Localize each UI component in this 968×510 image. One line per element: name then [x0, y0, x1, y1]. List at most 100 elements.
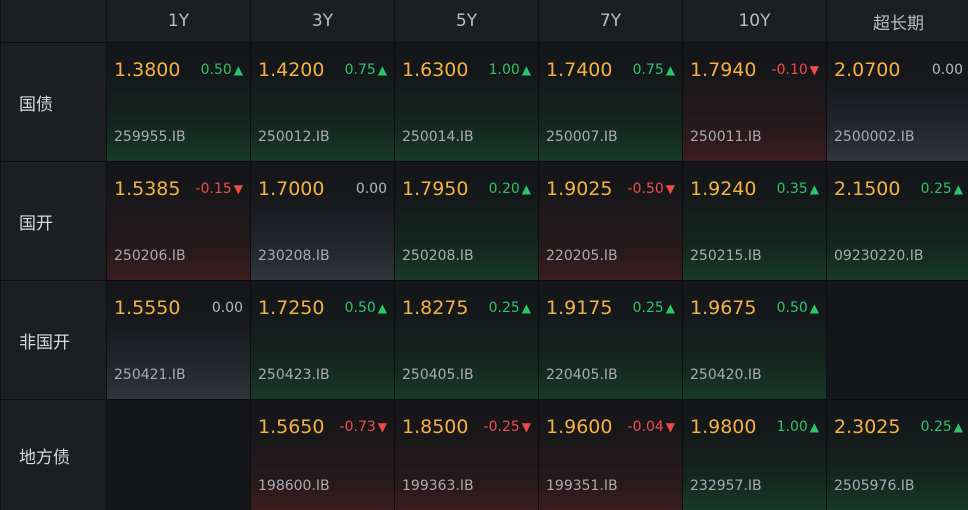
empty-quote-cell [827, 281, 968, 399]
change-text: 0.25 [920, 181, 952, 197]
bond-code: 199351.IB [546, 478, 618, 494]
triangle-up-icon: ▲ [377, 63, 387, 77]
change-value: -0.25 ▼ [484, 419, 531, 435]
bond-code: 220405.IB [546, 367, 618, 383]
quote-cell[interactable]: 1.7400 0.75 ▲ 250007.IB [539, 43, 682, 161]
column-header-10y[interactable]: 10Y [683, 0, 826, 42]
bond-code: 250007.IB [546, 129, 618, 145]
yield-value: 1.5385 [114, 178, 181, 200]
column-header-1y[interactable]: 1Y [107, 0, 250, 42]
bond-code: 250014.IB [402, 129, 474, 145]
quote-cell[interactable]: 1.9025 -0.50 ▼ 220205.IB [539, 162, 682, 280]
quote-cell[interactable]: 1.9600 -0.04 ▼ 199351.IB [539, 400, 682, 510]
quote-cell[interactable]: 1.7000 0.00 230208.IB [251, 162, 394, 280]
change-value: 0.25 ▲ [489, 300, 531, 316]
quote-cell[interactable]: 1.6300 1.00 ▲ 250014.IB [395, 43, 538, 161]
quote-cell[interactable]: 2.3025 0.25 ▲ 2505976.IB [827, 400, 968, 510]
change-text: 1.00 [776, 419, 808, 435]
change-text: -0.73 [339, 419, 376, 435]
change-value: 0.00 [212, 300, 243, 316]
row-header: 国开 [1, 162, 106, 280]
yield-value: 1.9600 [546, 416, 613, 438]
yield-value: 1.5550 [114, 297, 181, 319]
bond-code: 230208.IB [258, 248, 330, 264]
change-value: 0.50 ▲ [201, 62, 243, 78]
change-text: -0.50 [627, 181, 664, 197]
quote-cell[interactable]: 1.9175 0.25 ▲ 220405.IB [539, 281, 682, 399]
row-header: 地方债 [1, 400, 106, 510]
change-value: 1.00 ▲ [489, 62, 531, 78]
change-value: 0.75 ▲ [633, 62, 675, 78]
change-text: -0.10 [771, 62, 808, 78]
yield-value: 2.3025 [834, 416, 901, 438]
triangle-up-icon: ▲ [521, 301, 531, 315]
column-header-7y[interactable]: 7Y [539, 0, 682, 42]
bond-code: 250423.IB [258, 367, 330, 383]
column-header-ultra-long[interactable]: 超长期 [827, 0, 968, 42]
row-header: 非国开 [1, 281, 106, 399]
change-text: 0.25 [920, 419, 952, 435]
quote-cell[interactable]: 1.8275 0.25 ▲ 250405.IB [395, 281, 538, 399]
triangle-down-icon: ▼ [809, 63, 819, 77]
yield-value: 1.6300 [402, 59, 469, 81]
triangle-up-icon: ▲ [521, 63, 531, 77]
yield-value: 1.9800 [690, 416, 757, 438]
quote-cell[interactable]: 1.9800 1.00 ▲ 232957.IB [683, 400, 826, 510]
change-text: 0.35 [776, 181, 808, 197]
triangle-up-icon: ▲ [953, 182, 963, 196]
yield-value: 1.7000 [258, 178, 325, 200]
column-header-5y[interactable]: 5Y [395, 0, 538, 42]
triangle-up-icon: ▲ [809, 301, 819, 315]
bond-code: 250215.IB [690, 248, 762, 264]
bond-code: 250206.IB [114, 248, 186, 264]
change-text: 0.50 [200, 62, 232, 78]
triangle-up-icon: ▲ [665, 63, 675, 77]
bond-code: 2500002.IB [834, 129, 915, 145]
triangle-up-icon: ▲ [377, 301, 387, 315]
quote-cell[interactable]: 1.8500 -0.25 ▼ 199363.IB [395, 400, 538, 510]
change-text: 0.00 [355, 181, 387, 197]
bond-code: 232957.IB [690, 478, 762, 494]
bond-code: 250405.IB [402, 367, 474, 383]
triangle-up-icon: ▲ [953, 420, 963, 434]
change-value: 0.50 ▲ [777, 300, 819, 316]
yield-value: 1.3800 [114, 59, 181, 81]
yield-value: 1.9175 [546, 297, 613, 319]
change-text: 0.25 [488, 300, 520, 316]
quote-cell[interactable]: 1.9675 0.50 ▲ 250420.IB [683, 281, 826, 399]
quote-cell[interactable]: 2.0700 0.00 2500002.IB [827, 43, 968, 161]
quote-cell[interactable]: 1.9240 0.35 ▲ 250215.IB [683, 162, 826, 280]
yield-value: 1.7940 [690, 59, 757, 81]
quote-cell[interactable]: 1.7250 0.50 ▲ 250423.IB [251, 281, 394, 399]
change-text: 0.25 [632, 300, 664, 316]
empty-quote-cell [107, 400, 250, 510]
quote-cell[interactable]: 1.5550 0.00 250421.IB [107, 281, 250, 399]
quote-cell[interactable]: 2.1500 0.25 ▲ 09230220.IB [827, 162, 968, 280]
quote-cell[interactable]: 1.7940 -0.10 ▼ 250011.IB [683, 43, 826, 161]
yield-value: 1.9025 [546, 178, 613, 200]
quote-cell[interactable]: 1.3800 0.50 ▲ 259955.IB [107, 43, 250, 161]
triangle-up-icon: ▲ [665, 301, 675, 315]
yield-value: 1.7400 [546, 59, 613, 81]
yield-value: 1.9675 [690, 297, 757, 319]
triangle-down-icon: ▼ [665, 420, 675, 434]
row-header: 国债 [1, 43, 106, 161]
change-value: 1.00 ▲ [777, 419, 819, 435]
change-value: 0.25 ▲ [921, 181, 963, 197]
yield-value: 1.8500 [402, 416, 469, 438]
change-value: 0.75 ▲ [345, 62, 387, 78]
change-value: -0.04 ▼ [628, 419, 675, 435]
yield-value: 1.9240 [690, 178, 757, 200]
yield-value: 2.0700 [834, 59, 901, 81]
column-header-3y[interactable]: 3Y [251, 0, 394, 42]
quote-cell[interactable]: 1.5385 -0.15 ▼ 250206.IB [107, 162, 250, 280]
quote-cell[interactable]: 1.4200 0.75 ▲ 250012.IB [251, 43, 394, 161]
bond-code: 250208.IB [402, 248, 474, 264]
quote-cell[interactable]: 1.7950 0.20 ▲ 250208.IB [395, 162, 538, 280]
triangle-down-icon: ▼ [377, 420, 387, 434]
change-text: 0.75 [344, 62, 376, 78]
yield-value: 2.1500 [834, 178, 901, 200]
bond-code: 220205.IB [546, 248, 618, 264]
change-text: -0.15 [195, 181, 232, 197]
quote-cell[interactable]: 1.5650 -0.73 ▼ 198600.IB [251, 400, 394, 510]
